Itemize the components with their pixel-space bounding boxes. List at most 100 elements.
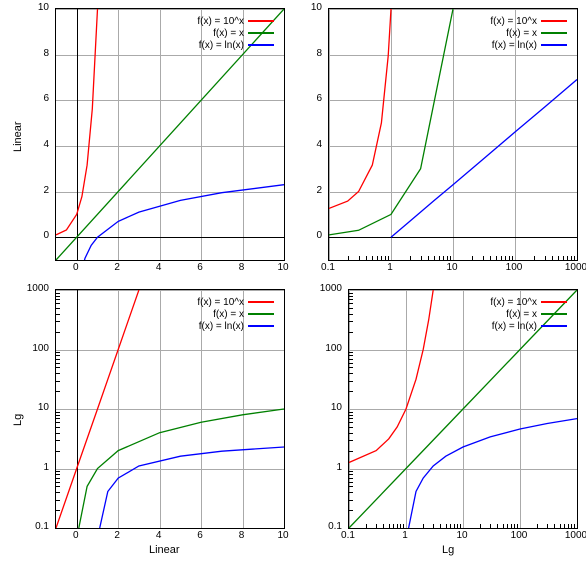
series-f(x) = x [79,409,284,528]
series-f(x) = 10^x [329,9,391,208]
x-tick-label: 10 [442,530,482,541]
series-f(x) = ln(x) [391,80,577,238]
x-axis-label: Lg [442,544,454,556]
series-f(x) = ln(x) [409,419,577,528]
x-tick-label: 100 [494,262,534,273]
x-tick-label: 100 [499,530,539,541]
y-tick-label: 100 [293,343,342,354]
legend-item: f(x) = x [490,27,567,39]
y-tick-label: 2 [0,185,49,196]
y-tick-label: 1 [293,462,342,473]
legend-item: f(x) = ln(x) [197,320,274,332]
legend-label: f(x) = x [213,28,244,39]
legend-label: f(x) = 10^x [197,297,244,308]
x-tick-label: 8 [222,262,262,273]
chart-grid: f(x) = 10^xf(x) = xf(x) = ln(x)024681002… [0,0,586,562]
legend-label: f(x) = ln(x) [492,321,537,332]
plot-area: f(x) = 10^xf(x) = xf(x) = ln(x) [55,289,285,529]
series-f(x) = 10^x [349,290,433,463]
series-f(x) = 10^x [56,290,139,528]
y-tick-label: 0.1 [0,521,49,532]
legend-swatch [541,32,567,34]
series-f(x) = ln(x) [100,447,284,528]
y-axis-label: Linear [12,121,24,152]
series-f(x) = ln(x) [78,185,284,260]
x-tick-label: 10 [432,262,472,273]
y-tick-label: 0 [0,230,49,241]
y-tick-label: 4 [0,139,49,150]
y-axis-label: Lg [12,414,24,426]
legend-swatch [248,325,274,327]
legend-label: f(x) = x [506,28,537,39]
y-tick-label: 1 [0,462,49,473]
legend-item: f(x) = 10^x [197,15,274,27]
y-tick-label: 100 [0,343,49,354]
plot-area: f(x) = 10^xf(x) = xf(x) = ln(x) [348,289,578,529]
legend-label: f(x) = 10^x [197,16,244,27]
y-tick-label: 8 [293,48,322,59]
chart-bottom-left: f(x) = 10^xf(x) = xf(x) = ln(x)02468100.… [0,281,293,562]
legend: f(x) = 10^xf(x) = xf(x) = ln(x) [486,294,571,334]
legend-item: f(x) = 10^x [490,15,567,27]
legend-swatch [541,313,567,315]
legend-swatch [248,32,274,34]
legend-item: f(x) = ln(x) [197,39,274,51]
legend-swatch [541,20,567,22]
chart-top-right: f(x) = 10^xf(x) = xf(x) = ln(x)0.1110100… [293,0,586,281]
chart-top-left: f(x) = 10^xf(x) = xf(x) = ln(x)024681002… [0,0,293,281]
x-tick-label: 0 [56,262,96,273]
y-tick-label: 10 [293,402,342,413]
x-tick-label: 0 [56,530,96,541]
y-tick-label: 6 [0,93,49,104]
y-tick-label: 10 [293,2,322,13]
x-tick-label: 1000 [556,262,586,273]
legend-item: f(x) = x [197,27,274,39]
y-tick-label: 10 [0,402,49,413]
y-tick-label: 0 [293,230,322,241]
y-tick-label: 1000 [0,283,49,294]
legend-swatch [248,301,274,303]
x-tick-label: 4 [139,262,179,273]
legend: f(x) = 10^xf(x) = xf(x) = ln(x) [193,13,278,53]
x-tick-label: 1000 [556,530,586,541]
legend-label: f(x) = 10^x [490,297,537,308]
legend-label: f(x) = 10^x [490,16,537,27]
legend-label: f(x) = ln(x) [492,40,537,51]
x-tick-label: 0.1 [308,262,348,273]
x-tick-label: 6 [180,262,220,273]
legend-item: f(x) = 10^x [197,296,274,308]
x-tick-label: 6 [180,530,220,541]
legend-swatch [248,20,274,22]
series-f(x) = 10^x [56,9,98,235]
legend-swatch [248,313,274,315]
x-tick-label: 8 [222,530,262,541]
plot-area: f(x) = 10^xf(x) = xf(x) = ln(x) [55,8,285,261]
plot-area: f(x) = 10^xf(x) = xf(x) = ln(x) [328,8,578,261]
legend: f(x) = 10^xf(x) = xf(x) = ln(x) [193,294,278,334]
x-tick-label: 1 [385,530,425,541]
y-tick-label: 4 [293,139,322,150]
legend-item: f(x) = 10^x [490,296,567,308]
x-tick-label: 2 [97,262,137,273]
y-tick-label: 0.1 [293,521,342,532]
chart-bottom-right: f(x) = 10^xf(x) = xf(x) = ln(x) 0.1 1 10 100… [293,281,586,562]
y-tick-label: 8 [0,48,49,59]
x-axis-label: Linear [149,544,180,556]
legend-swatch [248,44,274,46]
y-tick-label: 1000 [293,283,342,294]
legend-swatch [541,44,567,46]
legend-item: f(x) = x [490,308,567,320]
legend-item: f(x) = ln(x) [490,39,567,51]
legend-swatch [541,301,567,303]
legend-item: f(x) = ln(x) [490,320,567,332]
x-tick-label: 1 [370,262,410,273]
x-tick-label: 2 [97,530,137,541]
y-tick-label: 2 [293,185,322,196]
legend-label: f(x) = x [213,309,244,320]
legend-label: f(x) = ln(x) [199,321,244,332]
legend-label: f(x) = ln(x) [199,40,244,51]
legend-label: f(x) = x [506,309,537,320]
legend-item: f(x) = x [197,308,274,320]
y-tick-label: 10 [0,2,49,13]
legend-swatch [541,325,567,327]
